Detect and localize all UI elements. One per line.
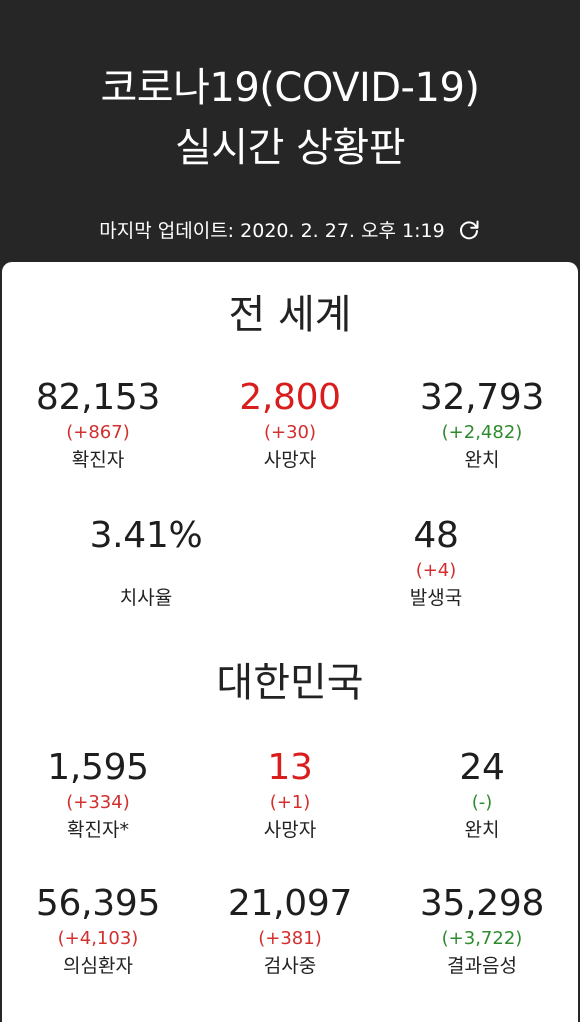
world-countries: 48 (+4) 발생국 [340,514,532,612]
korea-confirmed-label: 확진자* [67,819,129,841]
world-recovered-value: 32,793 [419,377,545,418]
korea-recovered-label: 완치 [464,819,500,841]
world-fatality-label: 치사율 [119,587,173,609]
page-title-line2: 실시간 상황판 [174,125,406,171]
refresh-icon[interactable] [457,218,481,242]
korea-deaths-value: 13 [267,747,313,788]
world-deaths: 2,800 (+30) 사망자 [194,376,386,474]
korea-suspected-delta: (+4,103) [57,928,139,949]
korea-testing-label: 검사중 [263,955,317,977]
last-updated: 마지막 업데이트: 2020. 2. 27. 오후 1:19 [0,216,580,246]
korea-suspected: 56,395 (+4,103) 의심환자 [2,882,194,980]
world-fatality-rate: 3.41% 치사율 [50,514,242,612]
korea-deaths: 13 (+1) 사망자 [194,746,386,844]
header: 코로나19(COVID-19) 실시간 상황판 마지막 업데이트: 2020. … [0,0,580,262]
last-updated-time: 2020. 2. 27. 오후 1:19 [240,220,445,242]
world-countries-delta: (+4) [415,560,457,581]
korea-recovered-value: 24 [459,747,505,788]
world-confirmed-label: 확진자 [71,449,125,471]
korea-confirmed: 1,595 (+334) 확진자* [2,746,194,844]
world-section-title: 전 세계 [228,292,352,338]
korea-negative-value: 35,298 [419,883,545,924]
korea-negative: 35,298 (+3,722) 결과음성 [386,882,578,980]
world-confirmed-value: 82,153 [35,377,161,418]
korea-testing-value: 21,097 [227,883,353,924]
world-recovered: 32,793 (+2,482) 완치 [386,376,578,474]
korea-testing: 21,097 (+381) 검사중 [194,882,386,980]
korea-confirmed-value: 1,595 [47,747,149,788]
stats-card: 전 세계 82,153 (+867) 확진자 2,800 (+30) 사망자 3… [2,262,578,1022]
world-deaths-delta: (+30) [263,422,317,443]
world-countries-value: 48 [413,515,459,556]
korea-suspected-label: 의심환자 [63,955,133,977]
korea-recovered-delta: (-) [471,792,493,813]
world-deaths-label: 사망자 [263,449,317,471]
korea-suspected-value: 56,395 [35,883,161,924]
korea-testing-delta: (+381) [258,928,322,949]
korea-confirmed-delta: (+334) [66,792,130,813]
korea-deaths-label: 사망자 [263,819,317,841]
world-confirmed: 82,153 (+867) 확진자 [2,376,194,474]
world-countries-label: 발생국 [409,587,463,609]
world-fatality-value: 3.41% [89,515,203,556]
korea-deaths-delta: (+1) [269,792,311,813]
world-confirmed-delta: (+867) [66,422,130,443]
korea-recovered: 24 (-) 완치 [386,746,578,844]
last-updated-label: 마지막 업데이트: [99,220,235,242]
world-deaths-value: 2,800 [239,377,341,418]
korea-section-title: 대한민국 [216,660,364,706]
page-title-line1: 코로나19(COVID-19) [100,65,480,111]
world-recovered-delta: (+2,482) [441,422,523,443]
world-recovered-label: 완치 [464,449,500,471]
korea-negative-label: 결과음성 [447,955,517,977]
korea-negative-delta: (+3,722) [441,928,523,949]
